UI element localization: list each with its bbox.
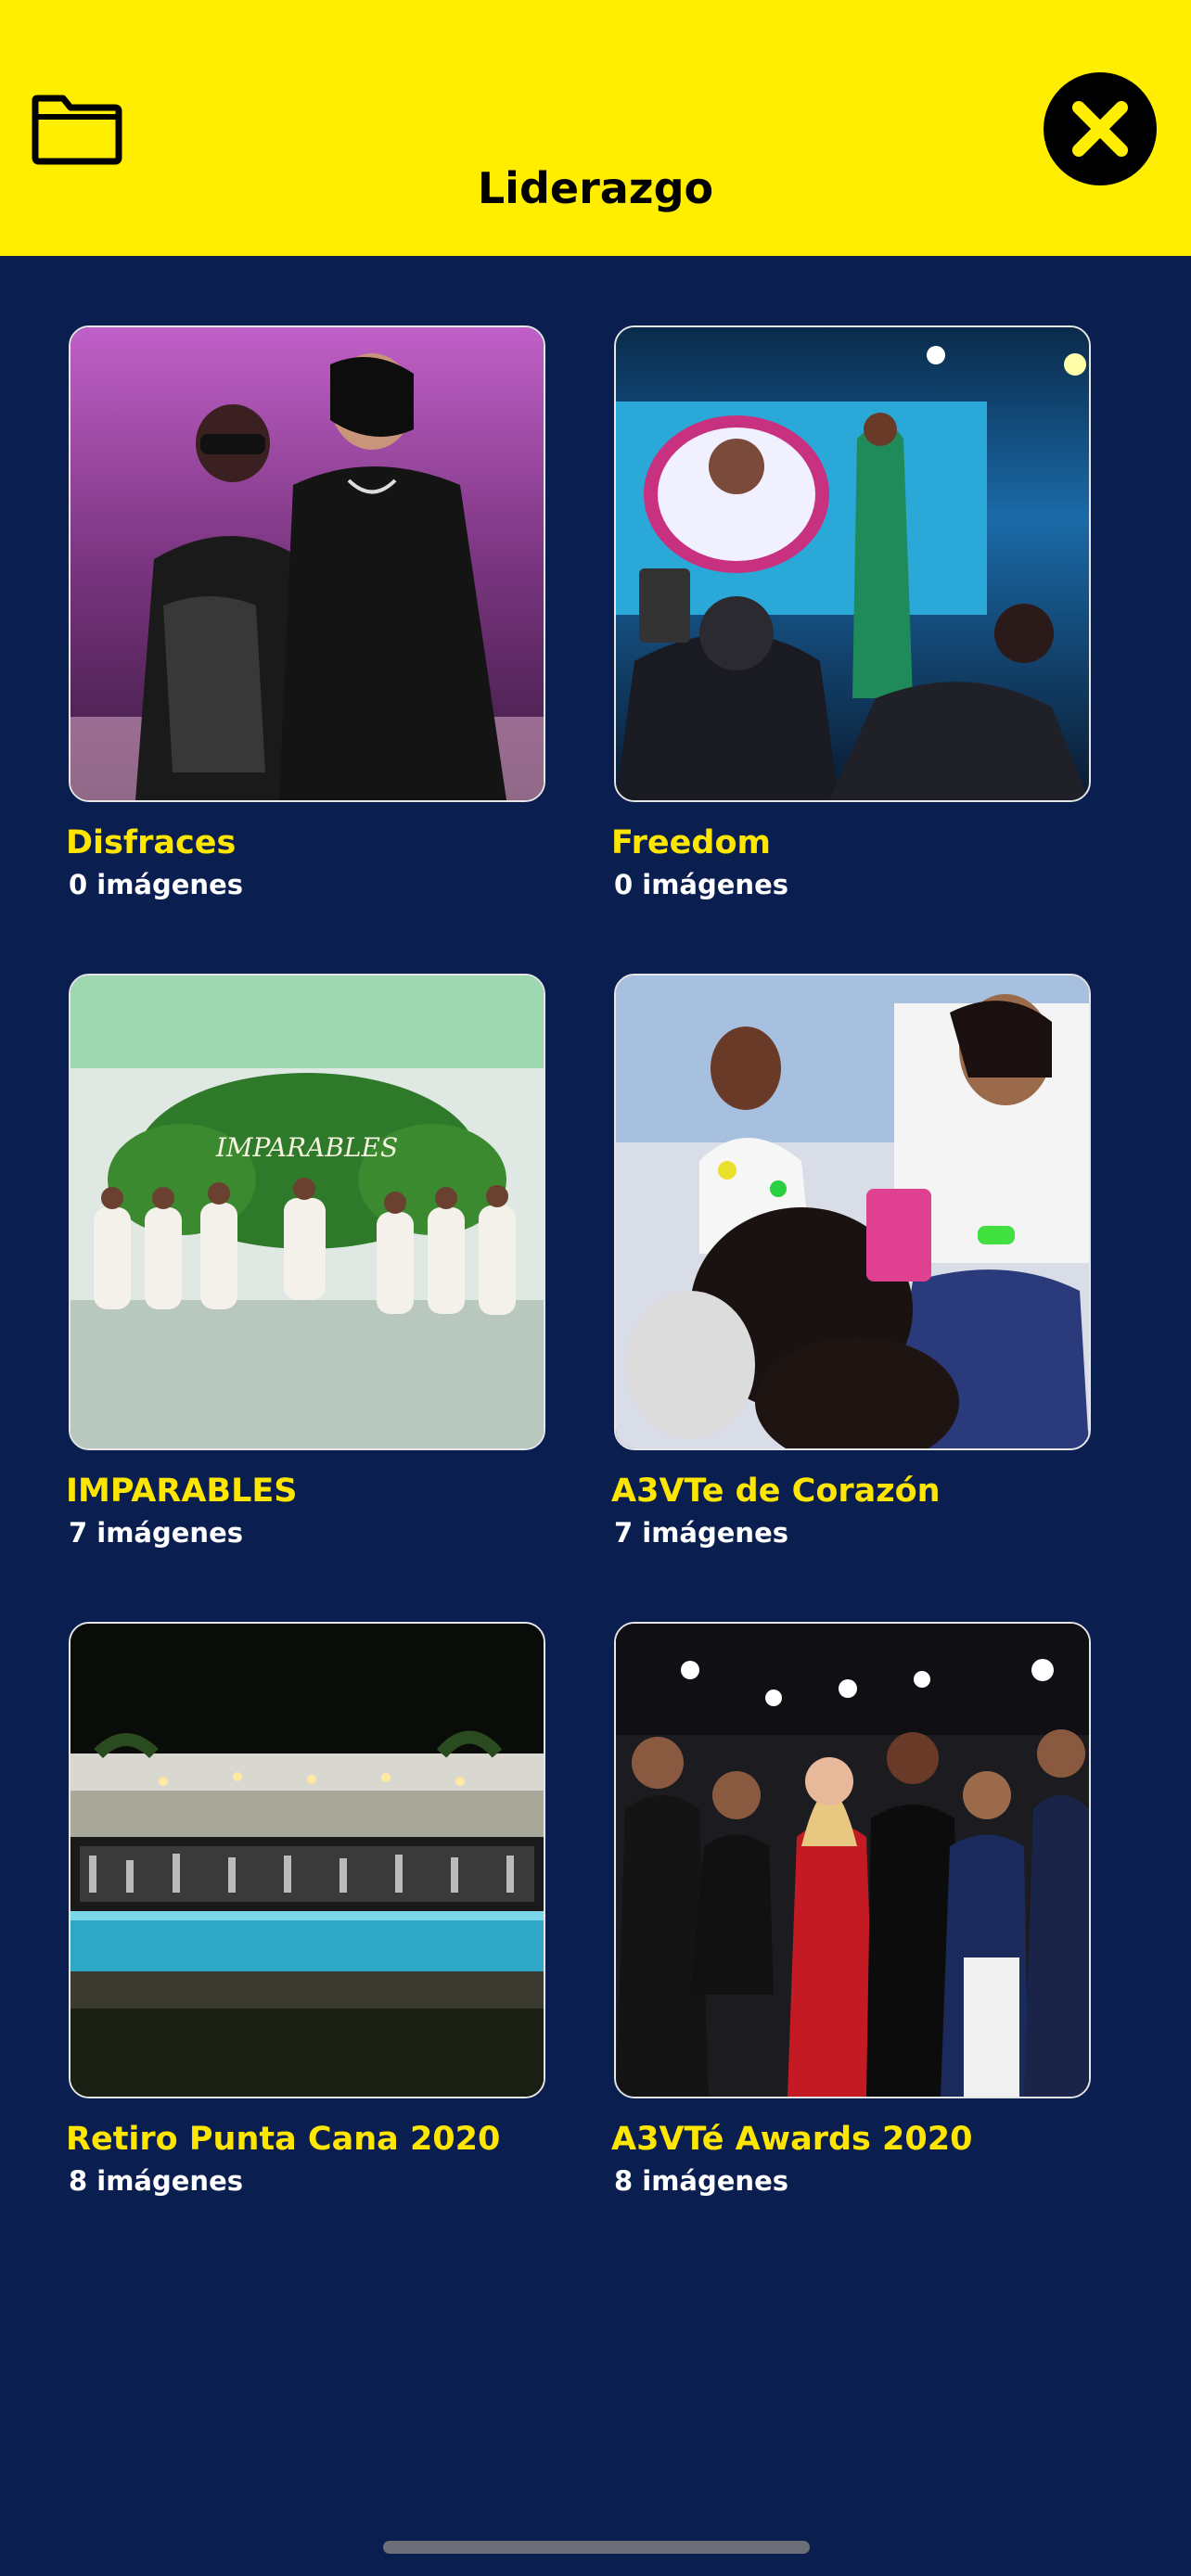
album-thumbnail[interactable] <box>614 325 1091 802</box>
album-card-imparables[interactable]: IMPARABLES IMPARABLES 7 imágenes <box>66 974 545 1552</box>
album-title: Disfraces <box>66 824 237 861</box>
folder-icon[interactable] <box>32 91 122 165</box>
home-indicator <box>383 2541 810 2554</box>
album-title: Freedom <box>611 824 771 861</box>
album-card-a3vte-de-corazon[interactable]: A3VTe de Corazón 7 imágenes <box>611 974 1091 1552</box>
album-title: A3VTe de Corazón <box>611 1473 941 1510</box>
album-image-count: 7 imágenes <box>614 1517 789 1549</box>
album-title: Retiro Punta Cana 2020 <box>66 2121 501 2158</box>
album-thumbnail[interactable] <box>69 1622 545 2098</box>
album-thumbnail[interactable]: IMPARABLES <box>69 974 545 1450</box>
header-bar: Liderazgo <box>0 0 1191 256</box>
thumbnail-sign-text: IMPARABLES <box>215 1132 398 1163</box>
album-thumbnail[interactable] <box>614 974 1091 1450</box>
album-title: IMPARABLES <box>66 1473 298 1510</box>
album-card-retiro-punta-cana-2020[interactable]: Retiro Punta Cana 2020 8 imágenes <box>66 1622 545 2200</box>
close-button[interactable] <box>1044 72 1157 185</box>
album-thumbnail[interactable] <box>69 325 545 802</box>
album-card-disfraces[interactable]: Disfraces 0 imágenes <box>66 325 545 904</box>
page-title: Liderazgo <box>477 163 714 213</box>
album-image-count: 8 imágenes <box>614 2165 789 2197</box>
album-image-count: 0 imágenes <box>69 869 244 900</box>
album-thumbnail[interactable] <box>614 1622 1091 2098</box>
album-image-count: 8 imágenes <box>69 2165 244 2197</box>
close-icon <box>1072 101 1128 157</box>
album-image-count: 0 imágenes <box>614 869 789 900</box>
album-title: A3VTé Awards 2020 <box>611 2121 973 2158</box>
album-card-freedom[interactable]: Freedom 0 imágenes <box>611 325 1091 904</box>
album-image-count: 7 imágenes <box>69 1517 244 1549</box>
album-card-a3vte-awards-2020[interactable]: A3VTé Awards 2020 8 imágenes <box>611 1622 1091 2200</box>
